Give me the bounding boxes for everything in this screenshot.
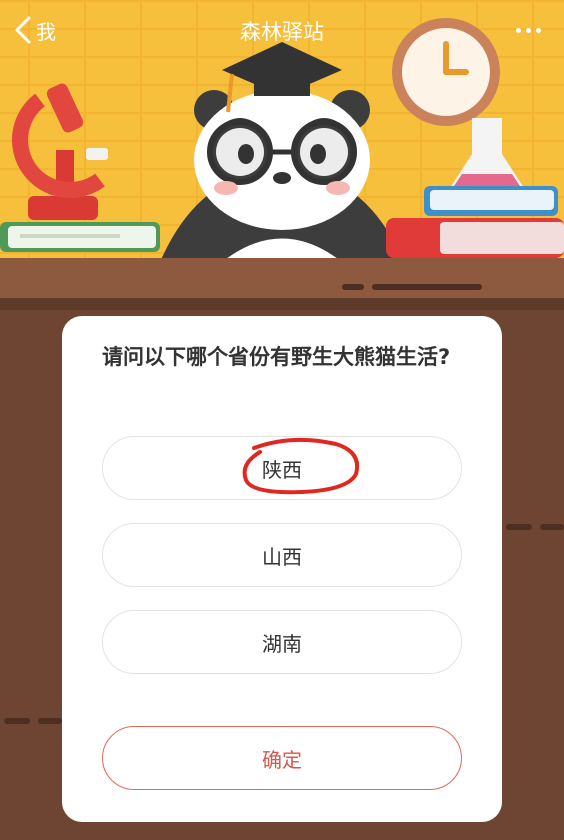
desk-slot — [342, 284, 364, 290]
option-2-button[interactable]: 山西 — [102, 523, 462, 587]
desk-slot — [506, 524, 532, 530]
panda-graduate-icon — [160, 42, 404, 262]
desk-slot — [372, 284, 482, 290]
question-text: 请问以下哪个省份有野生大熊猫生活? — [102, 345, 451, 369]
desk-slot — [38, 718, 62, 724]
desk-edge — [0, 298, 564, 310]
desk-slot — [4, 718, 30, 724]
desk-top — [0, 258, 564, 298]
option-label: 陕西 — [262, 457, 302, 482]
confirm-label: 确定 — [262, 747, 302, 772]
header-banner: 我 森林驿站 — [0, 0, 564, 262]
microscope-icon — [12, 83, 108, 220]
quiz-card: 请问以下哪个省份有野生大熊猫生活? 陕西 山西 湖南 确定 — [62, 316, 502, 822]
more-menu-button[interactable] — [510, 20, 546, 40]
option-label: 山西 — [262, 544, 302, 569]
confirm-button[interactable]: 确定 — [102, 726, 462, 790]
option-3-button[interactable]: 湖南 — [102, 610, 462, 674]
top-nav-bar: 我 森林驿站 — [0, 0, 564, 60]
books-right-icon — [386, 186, 564, 258]
desk-slot — [540, 524, 564, 530]
option-1-button[interactable]: 陕西 — [102, 436, 462, 500]
option-label: 湖南 — [262, 631, 302, 656]
books-left-icon — [0, 222, 160, 252]
more-dots-icon — [515, 27, 521, 33]
page-title: 森林驿站 — [240, 20, 324, 44]
